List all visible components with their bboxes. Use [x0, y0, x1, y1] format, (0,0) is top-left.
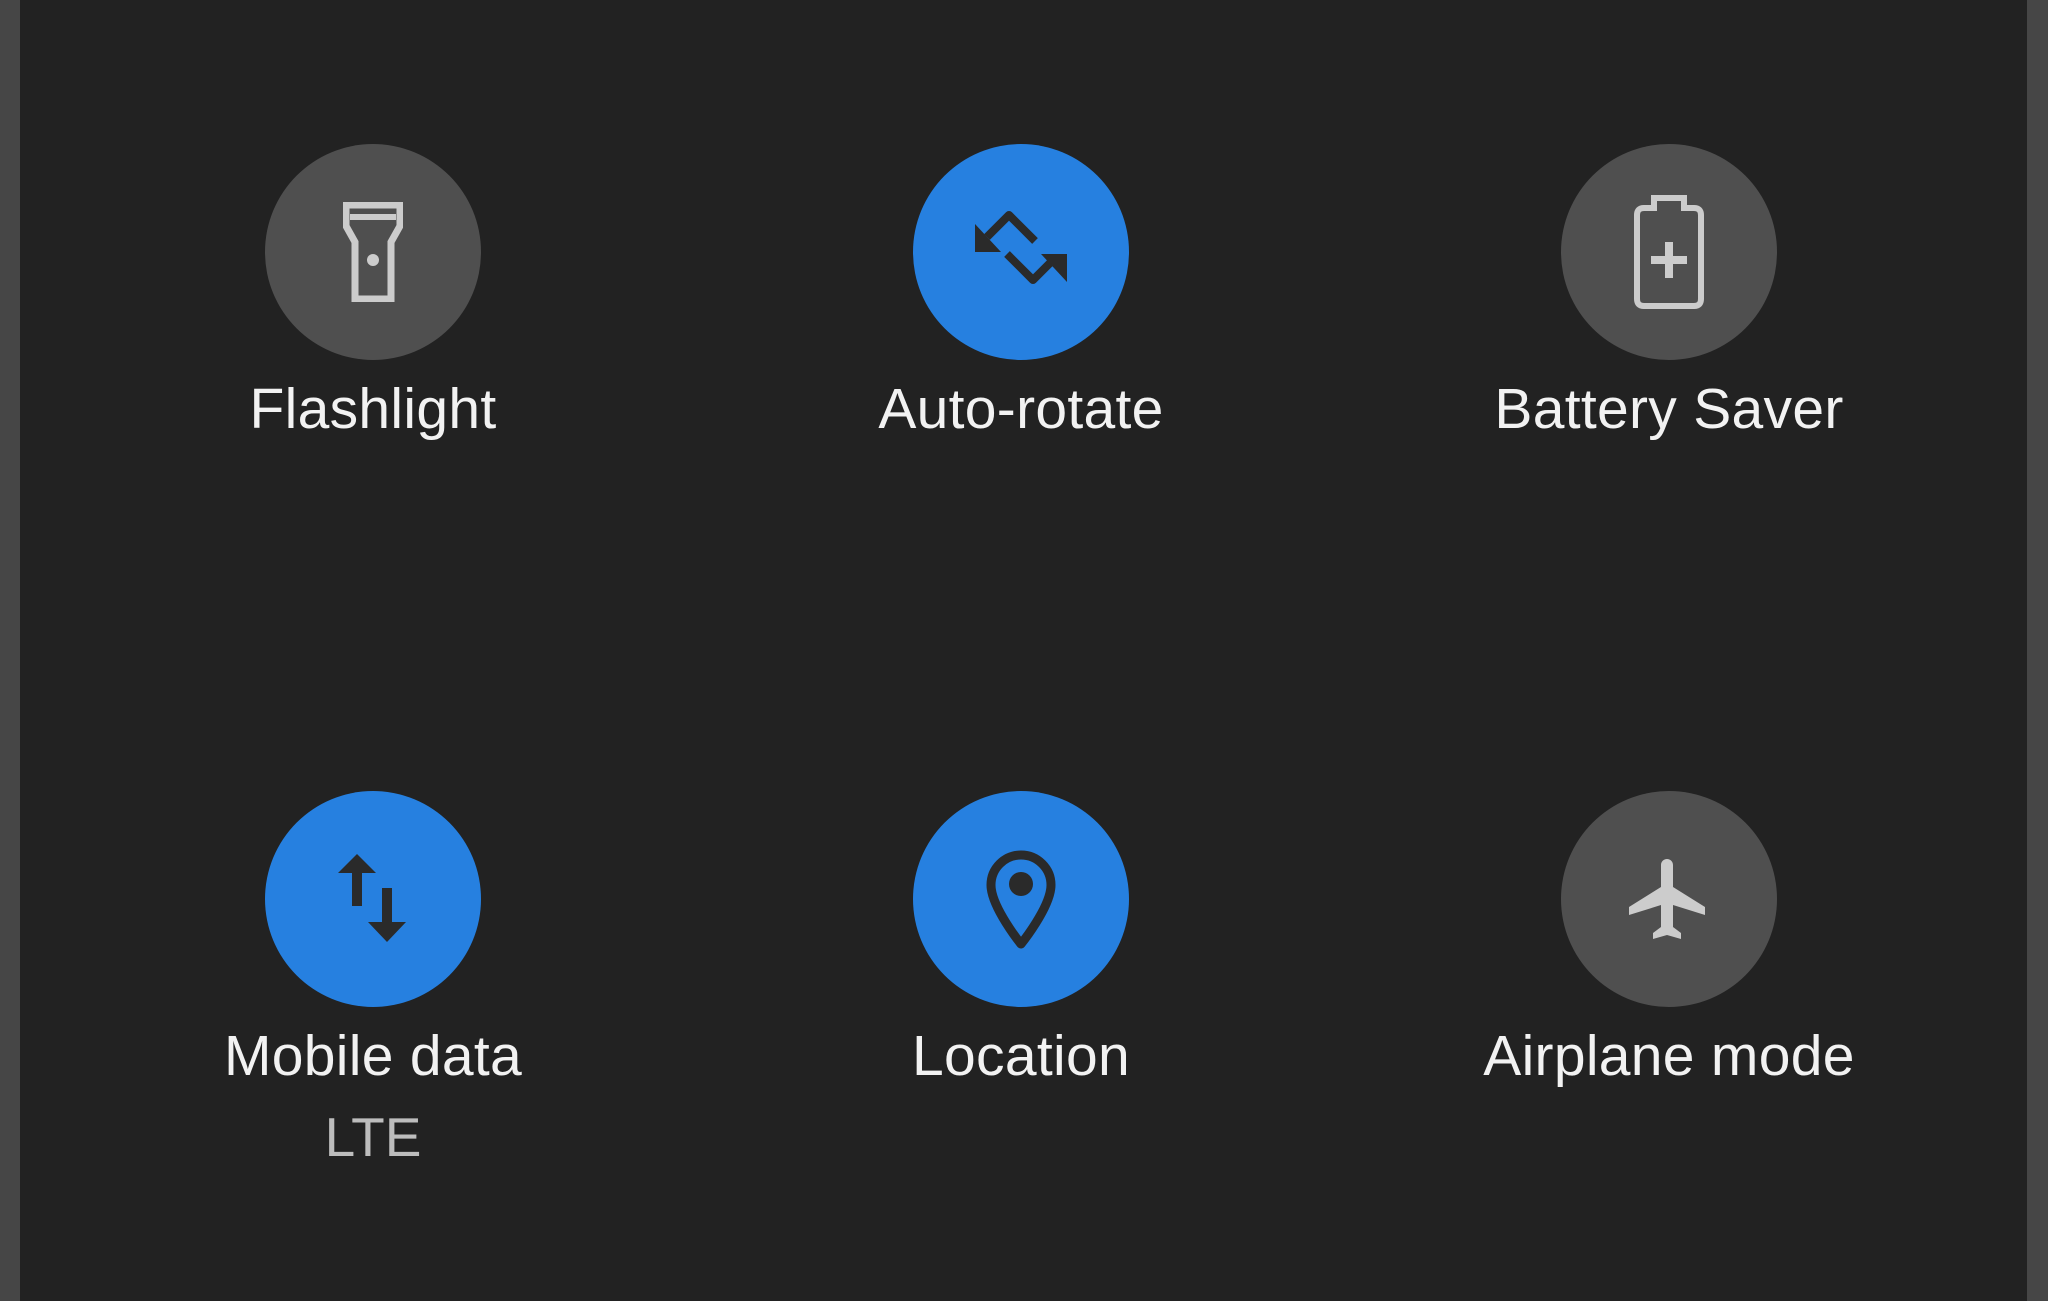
location-toggle[interactable] — [913, 791, 1129, 1007]
tile-label: Auto-rotate — [878, 377, 1164, 441]
left-edge-strip — [0, 0, 20, 1301]
tile-label: Airplane mode — [1483, 1024, 1855, 1088]
quick-settings-panel: Flashlight Auto-rotate Battery Saver Mob… — [20, 0, 2027, 1301]
tile-label: Mobile data — [224, 1024, 522, 1088]
airplane-icon — [1629, 859, 1705, 939]
screen-rotation-icon — [975, 211, 1067, 284]
airplane-mode-toggle[interactable] — [1561, 791, 1777, 1007]
tile-sublabel-network-type: LTE — [324, 1106, 422, 1168]
tile-mobile-data[interactable]: Mobile data LTE — [173, 791, 573, 1211]
tile-label: Battery Saver — [1494, 377, 1844, 441]
location-pin-icon — [986, 850, 1056, 949]
tile-flashlight[interactable]: Flashlight — [173, 144, 573, 564]
auto-rotate-toggle[interactable] — [913, 144, 1129, 360]
mobile-data-toggle[interactable] — [265, 791, 481, 1007]
tile-auto-rotate[interactable]: Auto-rotate — [821, 144, 1221, 564]
tile-airplane-mode[interactable]: Airplane mode — [1469, 791, 1869, 1211]
flashlight-toggle[interactable] — [265, 144, 481, 360]
tile-battery-saver[interactable]: Battery Saver — [1469, 144, 1869, 564]
right-edge-strip — [2027, 0, 2048, 1301]
tile-label: Location — [912, 1024, 1130, 1088]
mobile-data-arrows-icon — [338, 854, 406, 942]
battery-plus-icon — [1634, 195, 1704, 309]
flashlight-icon — [343, 202, 403, 302]
tile-location[interactable]: Location — [821, 791, 1221, 1211]
tile-label: Flashlight — [249, 377, 497, 441]
battery-saver-toggle[interactable] — [1561, 144, 1777, 360]
